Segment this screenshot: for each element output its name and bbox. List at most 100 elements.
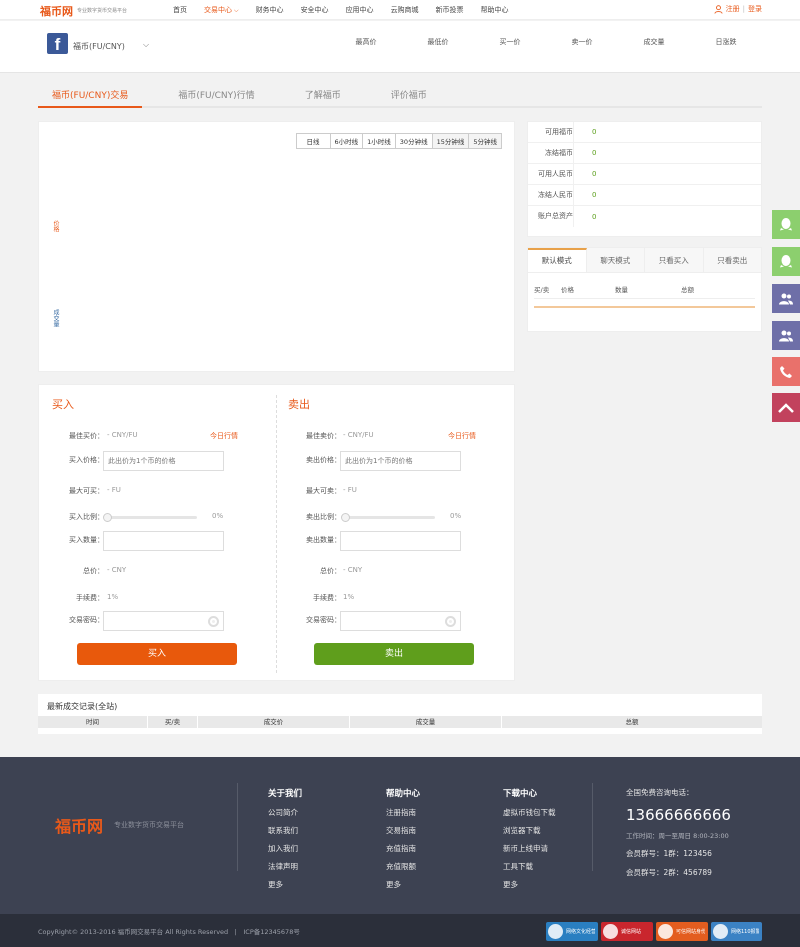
volume-axis-label: 成交量 bbox=[52, 309, 59, 327]
asset-panel: 可用福币 0 冻结福币 0 可用人民币 0 冻结人民币 0 账户总资产 0 bbox=[527, 121, 762, 237]
interval-6h[interactable]: 6小时线 bbox=[329, 134, 363, 148]
asset-label: 可用福币 bbox=[528, 122, 574, 142]
footer-link[interactable]: 充值指南 bbox=[386, 843, 420, 861]
buy-total-row: 总价： - CNY bbox=[39, 562, 276, 582]
buy-qty-input[interactable] bbox=[103, 531, 224, 551]
footer-logo-subtitle: 专业数字货币交易平台 bbox=[114, 821, 184, 829]
interval-5m[interactable]: 5分钟线 bbox=[468, 134, 501, 148]
footer-link[interactable]: 更多 bbox=[386, 879, 420, 897]
footer-link[interactable]: 更多 bbox=[268, 879, 302, 897]
sell-price-input[interactable] bbox=[340, 451, 461, 471]
link-divider: | bbox=[742, 5, 745, 13]
footer-link[interactable]: 交易指南 bbox=[386, 825, 420, 843]
footer-col-about: 关于我们 公司简介 联系我们 加入我们 法律声明 更多 bbox=[268, 787, 302, 897]
buy-button[interactable]: 买入 bbox=[77, 643, 237, 665]
nav-finance-center[interactable]: 财务中心 bbox=[256, 5, 284, 15]
tab-about-coin[interactable]: 了解福币 bbox=[291, 84, 355, 108]
tab-review-coin[interactable]: 评价福币 bbox=[377, 84, 441, 108]
sell-best-price-label: 最佳卖价： bbox=[306, 432, 341, 440]
tab-trade[interactable]: 福币(FU/CNY)交易 bbox=[38, 84, 143, 108]
user-icon bbox=[714, 4, 723, 14]
col-side: 买/卖 bbox=[148, 716, 198, 728]
nav-home[interactable]: 首页 bbox=[173, 5, 187, 15]
nav-help-center[interactable]: 帮助中心 bbox=[481, 5, 509, 15]
chevron-down-icon[interactable]: ⌵ bbox=[143, 40, 149, 50]
qq-service-button-2[interactable] bbox=[772, 247, 800, 276]
sell-ratio-slider[interactable] bbox=[341, 513, 435, 522]
footer-divider bbox=[237, 783, 238, 871]
asset-value: 0 bbox=[592, 149, 597, 157]
footer-link[interactable]: 联系我们 bbox=[268, 825, 302, 843]
slider-handle[interactable] bbox=[103, 513, 112, 522]
footer-link[interactable]: 工具下载 bbox=[503, 861, 556, 879]
footer-link[interactable]: 浏览器下载 bbox=[503, 825, 556, 843]
interval-15m[interactable]: 15分钟线 bbox=[431, 134, 469, 148]
buy-ratio-value: 0% bbox=[212, 512, 224, 520]
footer-link[interactable]: 注册指南 bbox=[386, 807, 420, 825]
buy-password-row: 交易密码： bbox=[39, 611, 276, 631]
nav-security-center[interactable]: 安全中心 bbox=[301, 5, 329, 15]
footer-link[interactable]: 新币上线申请 bbox=[503, 843, 556, 861]
trade-panel: 买入 最佳买价： - CNY/FU 今日行情 买入价格： 最大可买： - FU … bbox=[38, 384, 515, 681]
qq-icon bbox=[780, 218, 792, 231]
price-axis-label: 价格 bbox=[52, 220, 59, 232]
tab-buy-only[interactable]: 只看买入 bbox=[645, 248, 704, 272]
sell-button[interactable]: 卖出 bbox=[314, 643, 474, 665]
footer-link[interactable]: 法律声明 bbox=[268, 861, 302, 879]
col-price: 价格 bbox=[561, 286, 574, 294]
buy-ratio-slider[interactable] bbox=[103, 513, 197, 522]
stat-daily-change: 日涨跌 bbox=[715, 38, 737, 46]
footer-link[interactable]: 公司简介 bbox=[268, 807, 302, 825]
back-to-top-button[interactable] bbox=[772, 393, 800, 422]
main-nav: 首页 交易中心 ⌵ 财务中心 安全中心 应用中心 云购商城 新币投票 帮助中心 bbox=[173, 5, 526, 15]
nav-coin-vote[interactable]: 新币投票 bbox=[436, 5, 464, 15]
trusted-site-badge[interactable]: 可信网站身份验证 bbox=[656, 922, 708, 941]
col-deal-price: 成交价 bbox=[198, 716, 350, 728]
footer-link[interactable]: 充值限额 bbox=[386, 861, 420, 879]
sell-price-label: 卖出价格： bbox=[306, 456, 341, 464]
login-link[interactable]: 登录 bbox=[748, 4, 762, 14]
qq-service-button-1[interactable] bbox=[772, 210, 800, 239]
footer-link[interactable]: 更多 bbox=[503, 879, 556, 897]
sell-today-market-link[interactable]: 今日行情 bbox=[448, 431, 476, 441]
tab-chat-mode[interactable]: 聊天模式 bbox=[587, 248, 645, 272]
slider-handle[interactable] bbox=[341, 513, 350, 522]
tab-sell-only[interactable]: 只看卖出 bbox=[704, 248, 762, 272]
site-logo[interactable]: 福币网 bbox=[40, 3, 73, 19]
credit-site-badge[interactable]: 诚信网站 bbox=[601, 922, 653, 941]
buy-price-input[interactable] bbox=[103, 451, 224, 471]
nav-app-center[interactable]: 应用中心 bbox=[346, 5, 374, 15]
buy-today-market-link[interactable]: 今日行情 bbox=[210, 431, 238, 441]
coin-selector[interactable]: 福币(FU/CNY) bbox=[73, 41, 125, 52]
sell-qty-input[interactable] bbox=[340, 531, 461, 551]
stat-high-price: 最高价 bbox=[355, 38, 377, 46]
member-group-button-1[interactable] bbox=[772, 284, 800, 313]
nav-trade-center[interactable]: 交易中心 ⌵ bbox=[204, 5, 239, 15]
footer-link[interactable]: 加入我们 bbox=[268, 843, 302, 861]
asset-label: 冻结人民币 bbox=[528, 185, 574, 205]
buy-password-input[interactable] bbox=[103, 611, 224, 631]
nav-trade-center-label: 交易中心 bbox=[204, 6, 232, 14]
sell-max-row: 最大可卖： - FU bbox=[277, 482, 514, 502]
tab-default-mode[interactable]: 默认模式 bbox=[528, 248, 587, 272]
buy-max-row: 最大可买： - FU bbox=[39, 482, 276, 502]
latest-trades-header: 时间 买/卖 成交价 成交量 总额 bbox=[38, 716, 762, 728]
culture-license-badge[interactable]: 网络文化经营许可证 bbox=[546, 922, 598, 941]
member-group-button-2[interactable] bbox=[772, 321, 800, 350]
interval-daily[interactable]: 日线 bbox=[296, 134, 330, 148]
footer-link[interactable]: 虚拟币钱包下载 bbox=[503, 807, 556, 825]
sell-qty-label: 卖出数量： bbox=[306, 536, 341, 544]
tab-market[interactable]: 福币(FU/CNY)行情 bbox=[164, 84, 268, 108]
order-book-divider bbox=[534, 306, 755, 308]
police-110-badge[interactable]: 网络110报警服务 bbox=[711, 922, 762, 941]
top-navbar: 福币网 专业数字货币交易平台 首页 交易中心 ⌵ 财务中心 安全中心 应用中心 云… bbox=[0, 0, 800, 20]
register-link[interactable]: 注册 bbox=[726, 4, 740, 14]
site-logo-subtitle: 专业数字货币交易平台 bbox=[77, 8, 128, 14]
interval-30m[interactable]: 30分钟线 bbox=[394, 134, 432, 148]
buy-max-label: 最大可买： bbox=[69, 487, 104, 495]
sell-password-input[interactable] bbox=[340, 611, 461, 631]
order-book-tabs: 默认模式 聊天模式 只看买入 只看卖出 bbox=[528, 248, 761, 273]
phone-button[interactable] bbox=[772, 357, 800, 386]
interval-1h[interactable]: 1小时线 bbox=[362, 134, 395, 148]
nav-cloud-mall[interactable]: 云购商城 bbox=[391, 5, 419, 15]
